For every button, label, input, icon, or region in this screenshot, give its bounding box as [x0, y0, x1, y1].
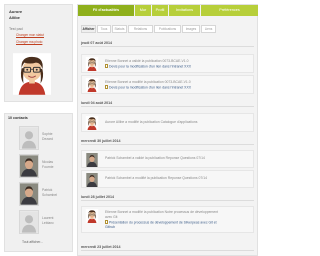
publication-link-continued[interactable]: Github	[105, 225, 115, 229]
change-photo-link[interactable]: Changer ma photo	[16, 40, 42, 44]
filter-statuses[interactable]: Statuts	[112, 25, 127, 33]
profile-status-text: Test pad	[9, 27, 23, 31]
activity-text[interactable]: Etienne Bonnet a modifié la publication …	[105, 80, 191, 84]
profile-panel: Aurore Allibe Test pad Changer mon statu…	[4, 4, 73, 102]
activity-item: Etienne Bonnet a validé la publication 0…	[81, 54, 254, 73]
activity-text[interactable]: Patrick Schambel a validé la publication…	[105, 156, 205, 160]
show-all-contacts-link[interactable]: Tout afficher...	[22, 240, 43, 244]
activity-item: Patrick Schambel a modifié la publicatio…	[81, 170, 254, 188]
activity-text[interactable]: Aurore Allibe a modifié la publication C…	[105, 120, 197, 124]
document-icon	[105, 220, 108, 224]
author-avatar[interactable]	[85, 57, 99, 71]
filter-images[interactable]: Images	[182, 25, 200, 33]
tab-profile[interactable]: Profil	[152, 5, 169, 16]
document-icon	[105, 85, 108, 89]
publication-link[interactable]: Devis pour la modification d'un lien dan…	[105, 85, 191, 90]
contacts-title: 10 contacts	[8, 116, 28, 120]
filter-show[interactable]: Afficher	[81, 25, 96, 33]
change-status-link[interactable]: Changer mon statut	[16, 33, 44, 37]
tab-news-feed[interactable]: Fil d'actualités	[78, 5, 135, 16]
date-heading: mercredi 23 juillet 2014	[81, 245, 254, 251]
activity-item: Etienne Bonnet a modifié la publication …	[81, 75, 254, 94]
filter-relations[interactable]: Relations	[128, 25, 153, 33]
contact-first-name[interactable]: Laurent	[42, 216, 54, 220]
contact-last-name[interactable]: Dezard	[42, 137, 53, 141]
author-avatar[interactable]	[85, 153, 99, 167]
tab-preferences[interactable]: Préférences	[201, 5, 258, 16]
news-feed-panel: Fil d'actualités Mur Profil Invitations …	[77, 4, 258, 256]
contacts-panel: 10 contacts Sophie Dezard Nicolas Fourni…	[4, 113, 73, 252]
document-icon	[105, 64, 108, 68]
contact-first-name[interactable]: Nicolas	[42, 160, 53, 164]
filter-publications[interactable]: Publications	[154, 25, 181, 33]
filter-all[interactable]: Tous	[97, 25, 111, 33]
date-heading: lundi 04 août 2014	[81, 101, 254, 107]
profile-first-name: Aurore	[9, 9, 23, 14]
author-avatar[interactable]	[85, 78, 99, 92]
profile-last-name: Allibe	[9, 15, 20, 20]
contact-avatar[interactable]	[19, 182, 39, 206]
contact-avatar[interactable]	[19, 154, 39, 178]
contact-item[interactable]: Sophie Dezard	[19, 126, 69, 151]
publication-link[interactable]: Devis pour la modification d'un lien dan…	[105, 64, 191, 69]
filter-links[interactable]: Liens	[201, 25, 216, 33]
date-heading: jeudi 07 août 2014	[81, 41, 254, 47]
activity-text[interactable]: Etienne Bonnet a modifié la publication …	[105, 210, 218, 214]
contact-avatar[interactable]	[19, 210, 39, 234]
activity-text-continued[interactable]: avec Git	[105, 215, 117, 219]
activity-text[interactable]: Patrick Schambel a modifié la publicatio…	[105, 176, 207, 180]
contact-last-name[interactable]: Schambel	[42, 193, 57, 197]
contact-last-name[interactable]: Leblanc	[42, 221, 54, 225]
contact-last-name[interactable]: Fournie	[42, 165, 54, 169]
contact-item[interactable]: Laurent Leblanc	[19, 210, 69, 235]
contact-first-name[interactable]: Sophie	[42, 132, 53, 136]
activity-item: Aurore Allibe a modifié la publication C…	[81, 113, 254, 132]
contact-avatar[interactable]	[19, 126, 39, 150]
author-avatar[interactable]	[85, 116, 99, 130]
date-heading: mercredi 30 juillet 2014	[81, 139, 254, 145]
contact-item[interactable]: Patrick Schambel	[19, 182, 69, 207]
activity-item: Etienne Bonnet a modifié la publication …	[81, 206, 254, 233]
publication-link[interactable]: Présentation du processus de développeme…	[105, 220, 217, 225]
author-avatar[interactable]	[85, 173, 99, 187]
tab-wall[interactable]: Mur	[135, 5, 152, 16]
activity-item: Patrick Schambel a validé la publication…	[81, 150, 254, 168]
date-heading: lundi 28 juillet 2014	[81, 195, 254, 201]
author-avatar[interactable]	[85, 209, 99, 223]
contact-first-name[interactable]: Patrick	[42, 188, 52, 192]
contact-item[interactable]: Nicolas Fournie	[19, 154, 69, 179]
profile-avatar	[13, 53, 51, 95]
tab-invitations[interactable]: Invitations	[169, 5, 201, 16]
activity-text[interactable]: Etienne Bonnet a validé la publication 0…	[105, 59, 189, 63]
